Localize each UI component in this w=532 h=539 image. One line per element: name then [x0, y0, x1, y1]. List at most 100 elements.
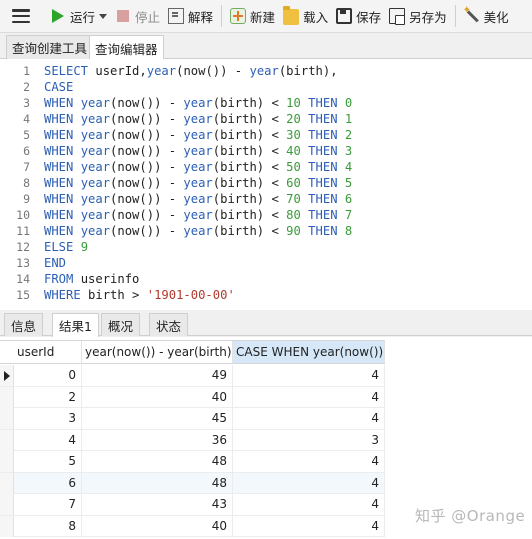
code-token: (now()) -: [110, 144, 184, 158]
code-line[interactable]: 4 WHEN year(now()) - year(birth) < 20 THE…: [0, 111, 532, 127]
table-row[interactable]: 2 40 4: [0, 386, 385, 408]
new-button[interactable]: 新建: [226, 3, 279, 29]
code-token: (birth),: [278, 64, 338, 78]
cell-age-group[interactable]: 4: [233, 494, 385, 515]
code-token: 1: [344, 112, 353, 126]
cell-age-group[interactable]: 3: [233, 429, 385, 451]
table-row[interactable]: 0 49 4: [0, 365, 385, 387]
code-token: (now()) -: [176, 64, 250, 78]
code-line[interactable]: 12 ELSE 9: [0, 239, 532, 255]
tab-query-builder[interactable]: 查询创建工具: [6, 35, 94, 59]
cell-userid[interactable]: 5: [14, 451, 82, 472]
row-selector[interactable]: [0, 386, 14, 408]
code-token: (now()) -: [110, 176, 184, 190]
code-line[interactable]: 1 SELECT userId,year(now()) - year(birth)…: [0, 63, 532, 79]
cell-userid[interactable]: 3: [14, 408, 82, 429]
table-row[interactable]: 6 48 4: [0, 472, 385, 494]
table-row[interactable]: 4 36 3: [0, 429, 385, 451]
code-token: 6: [344, 192, 353, 206]
menu-icon[interactable]: [10, 5, 32, 27]
line-number: 11: [16, 224, 30, 238]
code-token: (now()) -: [110, 112, 184, 126]
cell-userid[interactable]: 4: [14, 429, 82, 451]
code-line[interactable]: 14 FROM userinfo: [0, 271, 532, 287]
column-header-case[interactable]: CASE WHEN year(now()) -: [233, 341, 385, 363]
code-line[interactable]: 2 CASE: [0, 79, 532, 95]
code-token: year: [183, 144, 213, 158]
line-number: 15: [16, 288, 30, 302]
cell-age-group[interactable]: 4: [233, 472, 385, 494]
sql-editor[interactable]: 1 SELECT userId,year(now()) - year(birth)…: [0, 59, 532, 310]
cell-age[interactable]: 36: [82, 429, 233, 451]
explain-button[interactable]: 解释: [164, 3, 217, 29]
row-selector[interactable]: [0, 451, 14, 472]
cell-age[interactable]: 40: [82, 386, 233, 408]
row-selector[interactable]: [0, 515, 14, 537]
cell-age-group[interactable]: 4: [233, 365, 385, 386]
tab-info[interactable]: 信息: [4, 313, 44, 336]
column-header-age[interactable]: year(now()) - year(birth): [82, 341, 233, 363]
tab-status[interactable]: 状态: [149, 313, 189, 336]
table-row[interactable]: 7 43 4: [0, 494, 385, 516]
cell-age[interactable]: 48: [82, 451, 233, 472]
code-token: year: [183, 128, 213, 142]
tab-label: 结果1: [59, 319, 92, 334]
row-selector[interactable]: [0, 472, 14, 494]
save-label: 保存: [356, 9, 382, 25]
save-as-button[interactable]: 另存为: [385, 3, 451, 29]
row-selector[interactable]: [0, 408, 14, 429]
code-line[interactable]: 8 WHEN year(now()) - year(birth) < 60 THE…: [0, 175, 532, 191]
code-token: userId,: [95, 64, 147, 78]
code-line[interactable]: 7 WHEN year(now()) - year(birth) < 50 THE…: [0, 159, 532, 175]
cell-age[interactable]: 45: [82, 408, 233, 429]
save-button[interactable]: 保存: [332, 3, 385, 29]
tab-result1[interactable]: 结果1: [52, 313, 99, 337]
cell-userid[interactable]: 6: [14, 472, 82, 494]
code-line[interactable]: 3 WHEN year(now()) - year(birth) < 10 THE…: [0, 95, 532, 111]
load-button[interactable]: 载入: [279, 3, 332, 29]
beautify-button[interactable]: 美化: [460, 3, 513, 29]
cell-age-group[interactable]: 4: [233, 451, 385, 472]
stop-button[interactable]: 停止: [111, 3, 164, 29]
tab-overview[interactable]: 概况: [101, 313, 141, 336]
code-line[interactable]: 11 WHEN year(now()) - year(birth) < 90 TH…: [0, 223, 532, 239]
cell-userid[interactable]: 7: [14, 494, 82, 515]
code-token: year: [183, 192, 213, 206]
code-line[interactable]: 10 WHEN year(now()) - year(birth) < 80 TH…: [0, 207, 532, 223]
code-line[interactable]: 15 WHERE birth > '1901-00-00': [0, 287, 532, 303]
cell-userid[interactable]: 8: [14, 515, 82, 537]
table-row[interactable]: 8 40 4: [0, 515, 385, 537]
chevron-down-icon[interactable]: [99, 13, 108, 19]
cell-userid[interactable]: 2: [14, 386, 82, 408]
table-row[interactable]: 5 48 4: [0, 451, 385, 473]
save-as-label: 另存为: [409, 9, 447, 25]
cell-age[interactable]: 49: [82, 365, 233, 386]
code-line[interactable]: 6 WHEN year(now()) - year(birth) < 40 THE…: [0, 143, 532, 159]
row-selector[interactable]: [0, 494, 14, 515]
watermark: 知乎 @Orange: [415, 507, 526, 525]
row-selector[interactable]: [0, 429, 14, 451]
cell-userid[interactable]: 0: [14, 365, 82, 386]
line-number: 13: [16, 256, 30, 270]
row-selector[interactable]: [0, 365, 14, 386]
column-header-userid[interactable]: userId: [14, 341, 82, 363]
cell-age-group[interactable]: 4: [233, 386, 385, 408]
table-row[interactable]: 3 45 4: [0, 408, 385, 430]
current-row-icon: [4, 371, 10, 381]
code-line[interactable]: 13 END: [0, 255, 532, 271]
code-token: CASE: [44, 80, 74, 94]
code-token: (now()) -: [110, 208, 184, 222]
cell-age-group[interactable]: 4: [233, 515, 385, 537]
code-line[interactable]: 5 WHEN year(now()) - year(birth) < 30 THE…: [0, 127, 532, 143]
code-line[interactable]: 9 WHEN year(now()) - year(birth) < 70 THE…: [0, 191, 532, 207]
cell-age-group[interactable]: 4: [233, 408, 385, 429]
cell-age[interactable]: 43: [82, 494, 233, 515]
code-token: 10: [286, 96, 301, 110]
cell-age[interactable]: 40: [82, 515, 233, 537]
run-button[interactable]: 运行: [46, 3, 111, 29]
code-token: 50: [286, 160, 301, 174]
line-number: 14: [16, 272, 30, 286]
save-as-icon: [389, 8, 406, 25]
tab-query-editor[interactable]: 查询编辑器: [89, 35, 164, 60]
cell-age[interactable]: 48: [82, 472, 233, 494]
